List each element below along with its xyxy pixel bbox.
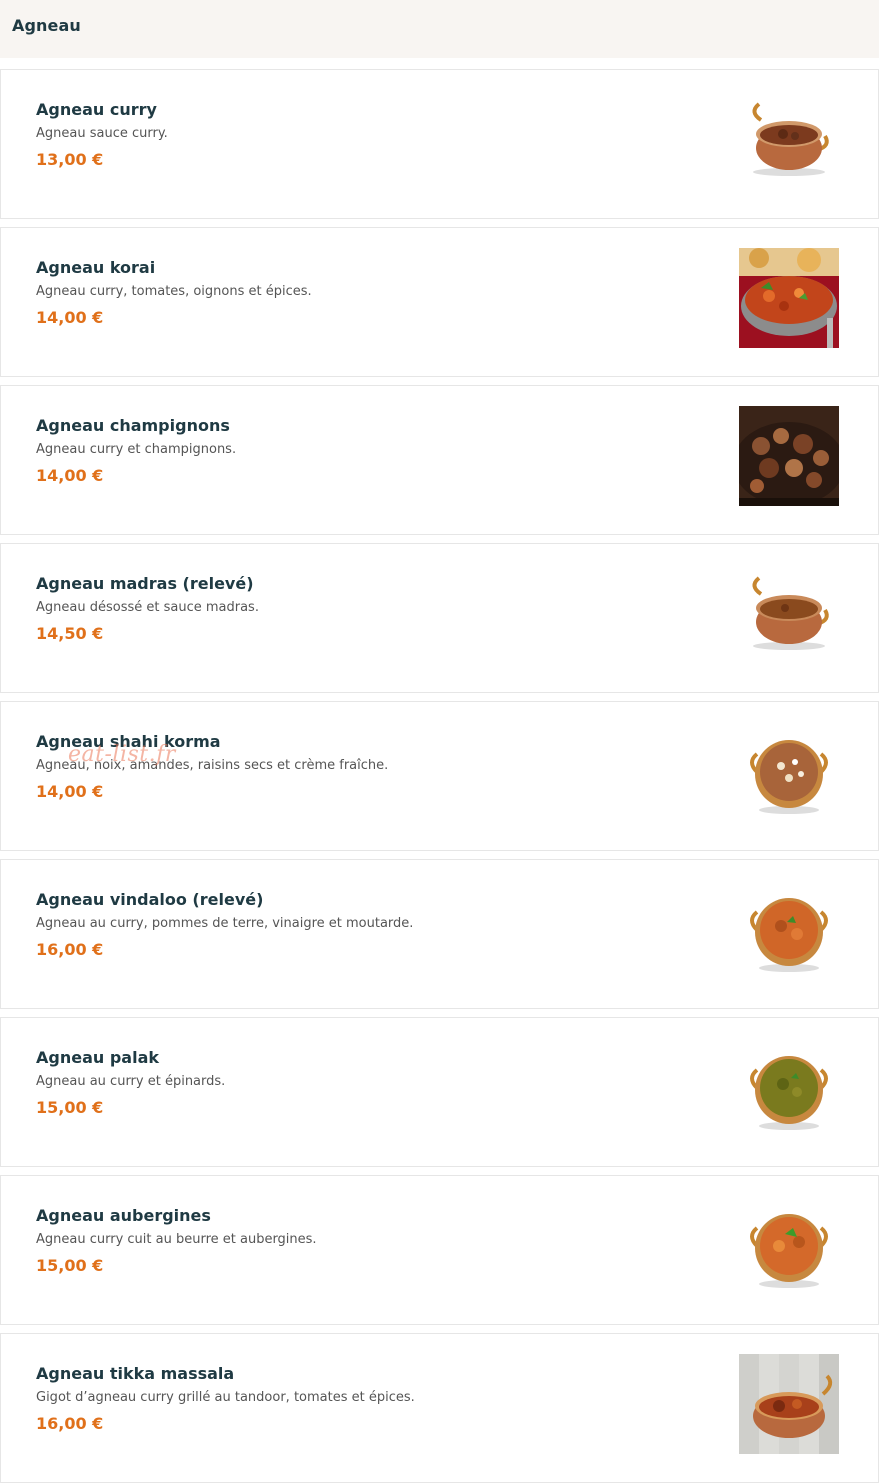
menu-item-card[interactable]: Agneau madras (relevé) Agneau désossé et… [0,543,879,693]
menu-item-price: 16,00 € [36,1414,104,1433]
menu-item-card[interactable]: Agneau korai Agneau curry, tomates, oign… [0,227,879,377]
dish-image [739,564,839,664]
menu-item-name: Agneau shahi korma [36,732,221,751]
dish-image [739,1354,839,1454]
menu-item-price: 14,00 € [36,782,104,801]
dish-image [739,722,839,822]
menu-item-description: Agneau curry et champignons. [36,442,237,457]
dish-image [739,90,839,190]
menu-item-price: 15,00 € [36,1256,104,1275]
menu-item-name: Agneau palak [36,1048,160,1067]
menu-item-price: 14,00 € [36,308,104,327]
menu-item-card[interactable]: Agneau shahi korma Agneau, noix, amandes… [0,701,879,851]
menu-item-card[interactable]: Agneau palak Agneau au curry et épinards… [0,1017,879,1167]
menu-item-card[interactable]: Agneau tikka massala Gigot d’agneau curr… [0,1333,879,1483]
menu-item-name: Agneau madras (relevé) [36,574,254,593]
menu-item-card[interactable]: Agneau aubergines Agneau curry cuit au b… [0,1175,879,1325]
menu-item-name: Agneau vindaloo (relevé) [36,890,264,909]
menu-item-description: Agneau curry, tomates, oignons et épices… [36,284,312,299]
menu-item-description: Gigot d’agneau curry grillé au tandoor, … [36,1390,415,1405]
menu-item-description: Agneau au curry, pommes de terre, vinaig… [36,916,414,931]
menu-item-description: Agneau, noix, amandes, raisins secs et c… [36,758,389,773]
menu-item-name: Agneau tikka massala [36,1364,235,1383]
menu-item-description: Agneau au curry et épinards. [36,1074,226,1089]
dish-image [739,248,839,348]
section-header: Agneau [0,0,879,58]
section-title: Agneau [12,16,81,35]
menu-item-price: 14,50 € [36,624,104,643]
menu-item-price: 16,00 € [36,940,104,959]
menu-item-description: Agneau curry cuit au beurre et aubergine… [36,1232,317,1247]
menu-item-price: 14,00 € [36,466,104,485]
menu-item-name: Agneau curry [36,100,157,119]
menu-item-name: Agneau champignons [36,416,230,435]
menu-item-price: 15,00 € [36,1098,104,1117]
dish-image [739,406,839,506]
dish-image [739,1038,839,1138]
menu-item-card[interactable]: Agneau champignons Agneau curry et champ… [0,385,879,535]
menu-item-card[interactable]: Agneau vindaloo (relevé) Agneau au curry… [0,859,879,1009]
menu-item-price: 13,00 € [36,150,104,169]
menu-item-description: Agneau désossé et sauce madras. [36,600,259,615]
menu-item-description: Agneau sauce curry. [36,126,168,141]
dish-image [739,1196,839,1296]
menu-item-name: Agneau aubergines [36,1206,211,1225]
dish-image [739,880,839,980]
menu-item-card[interactable]: Agneau curry Agneau sauce curry. 13,00 € [0,69,879,219]
menu-item-name: Agneau korai [36,258,156,277]
